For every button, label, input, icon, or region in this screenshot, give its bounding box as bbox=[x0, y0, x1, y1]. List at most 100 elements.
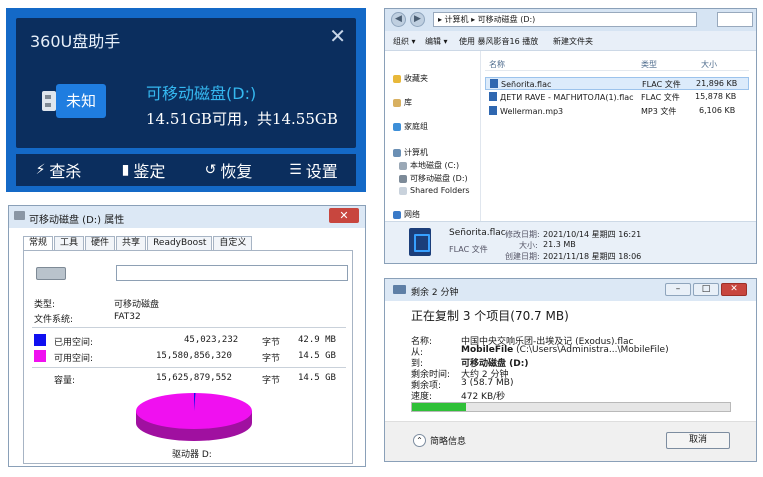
chevron-up-icon: ⌃ bbox=[413, 434, 426, 447]
drive-icon bbox=[36, 267, 66, 280]
details-pane: Señorita.flac FLAC 文件 修改日期: 2021/10/14 星… bbox=[385, 221, 756, 263]
details-modified: 2021/10/14 星期四 16:21 bbox=[543, 230, 642, 239]
used-size: 42.9 MB bbox=[298, 335, 336, 345]
close-button[interactable]: ✕ bbox=[721, 283, 747, 296]
close-icon[interactable]: ✕ bbox=[329, 24, 346, 48]
properties-window: 可移动磁盘 (D:) 属性 ✕ 常规 工具 硬件 共享 ReadyBoost 自… bbox=[8, 205, 366, 467]
forward-button[interactable]: ▶ bbox=[410, 12, 425, 27]
scan-button[interactable]: ⚡ 查杀 bbox=[16, 154, 101, 186]
tab-general[interactable]: 常规 bbox=[23, 236, 54, 250]
nav-network[interactable]: 网络 bbox=[393, 209, 420, 220]
used-space-swatch bbox=[34, 334, 46, 346]
computer-icon bbox=[393, 148, 401, 157]
file-name: ДЕТИ RAVE - МАГНИТОЛА(1).flac bbox=[500, 93, 634, 102]
close-button[interactable]: ✕ bbox=[329, 208, 359, 223]
copy-progress-fill bbox=[412, 403, 467, 411]
maximize-button[interactable]: □ bbox=[693, 283, 719, 296]
explorer-window: ◀ ▶ ▸ 计算机 ▸ 可移动磁盘 (D:) 组织 ▾ 编辑 ▾ 使用 暴风影音… bbox=[384, 8, 757, 264]
less-info-label: 简略信息 bbox=[430, 437, 467, 447]
nav-computer[interactable]: 计算机 bbox=[393, 147, 428, 158]
general-sheet: 类型: 可移动磁盘 文件系统: FAT32 已用空间: 45,023,232 字… bbox=[23, 250, 353, 464]
copy-source-name[interactable]: MobileFile bbox=[461, 345, 513, 355]
identify-button[interactable]: ▮ 鉴定 bbox=[101, 154, 186, 186]
play-button[interactable]: 使用 暴风影音16 播放 bbox=[459, 36, 538, 47]
flac-file-icon bbox=[490, 79, 498, 88]
details-file-type: FLAC 文件 bbox=[449, 245, 488, 254]
app360-title: 360U盘助手 bbox=[30, 32, 121, 51]
copy-footer: ⌃ 简略信息 取消 bbox=[385, 421, 756, 461]
nav-local-c[interactable]: 本地磁盘 (C:) bbox=[399, 160, 459, 171]
nav-favorites[interactable]: 收藏夹 bbox=[393, 73, 428, 84]
drive-icon: ▮ bbox=[121, 162, 130, 178]
copy-icon bbox=[393, 285, 406, 294]
tab-sharing[interactable]: 共享 bbox=[116, 236, 147, 250]
shared-folder-icon bbox=[399, 186, 407, 195]
copy-dialog: 剩余 2 分钟 – □ ✕ 正在复制 3 个项目(70.7 MB) 名称: 中国中… bbox=[384, 278, 757, 462]
flac-file-icon bbox=[489, 92, 497, 101]
network-icon bbox=[393, 210, 401, 219]
copy-source-path: (C:\Users\Administra...\MobileFile) bbox=[516, 345, 669, 355]
drive-name: 可移动磁盘(D:) bbox=[146, 84, 257, 103]
tab-tools[interactable]: 工具 bbox=[54, 236, 85, 250]
divider bbox=[32, 367, 346, 368]
usb-icon bbox=[399, 174, 407, 183]
free-space-swatch bbox=[34, 350, 46, 362]
nav-homegroup[interactable]: 家庭组 bbox=[393, 121, 428, 132]
column-type[interactable]: 类型 bbox=[641, 59, 657, 70]
file-row[interactable]: Señorita.flac FLAC 文件 21,896 KB bbox=[485, 77, 749, 90]
app360-main: 360U盘助手 ✕ 未知 可移动磁盘(D:) 14.51GB可用，共14.55G… bbox=[16, 18, 356, 148]
restore-button[interactable]: ↺ 恢复 bbox=[186, 154, 271, 186]
properties-title: 可移动磁盘 (D:) 属性 bbox=[29, 215, 125, 226]
free-size: 14.5 GB bbox=[298, 351, 336, 361]
copy-progress-bar bbox=[411, 402, 731, 412]
tab-customize[interactable]: 自定义 bbox=[213, 236, 253, 250]
nav-shared-folders[interactable]: Shared Folders bbox=[399, 186, 470, 195]
list-icon: ☰ bbox=[289, 162, 302, 178]
usb-drive-icon: 未知 bbox=[42, 84, 118, 118]
settings-button[interactable]: ☰ 设置 bbox=[271, 154, 356, 186]
scan-label: 查杀 bbox=[49, 162, 82, 181]
details-size: 21.3 MB bbox=[543, 240, 576, 249]
organize-menu[interactable]: 组织 ▾ bbox=[393, 36, 416, 47]
file-row[interactable]: ДЕТИ RAVE - МАГНИТОЛА(1).flac FLAC 文件 15… bbox=[485, 91, 749, 104]
tab-readyboost[interactable]: ReadyBoost bbox=[147, 236, 213, 250]
volume-label-input[interactable] bbox=[116, 265, 348, 281]
column-name[interactable]: 名称 bbox=[489, 59, 505, 70]
nav-libraries[interactable]: 库 bbox=[393, 97, 412, 108]
file-name: Señorita.flac bbox=[501, 80, 552, 89]
capacity-bytes: 15,625,879,552 bbox=[156, 373, 232, 383]
path-input[interactable]: ▸ 计算机 ▸ 可移动磁盘 (D:) bbox=[433, 12, 697, 27]
mp3-file-icon bbox=[489, 106, 497, 115]
library-icon bbox=[393, 98, 401, 107]
file-row[interactable]: Wellerman.mp3 MP3 文件 6,106 KB bbox=[485, 105, 749, 118]
file-name: Wellerman.mp3 bbox=[500, 107, 564, 116]
capacity-size: 14.5 GB bbox=[298, 373, 336, 383]
restore-icon: ↺ bbox=[204, 162, 217, 178]
edit-menu[interactable]: 编辑 ▾ bbox=[425, 36, 448, 47]
file-type: FLAC 文件 bbox=[642, 80, 681, 89]
flac-file-icon bbox=[409, 228, 431, 256]
search-input[interactable] bbox=[717, 12, 753, 27]
minimize-button[interactable]: – bbox=[665, 283, 691, 296]
cancel-button[interactable]: 取消 bbox=[666, 432, 730, 449]
details-created: 2021/11/18 星期四 18:06 bbox=[543, 252, 642, 261]
file-size: 15,878 KB bbox=[695, 92, 737, 101]
column-size[interactable]: 大小 bbox=[701, 59, 717, 70]
usb-plug bbox=[42, 91, 56, 111]
type-value: 可移动磁盘 bbox=[114, 300, 160, 310]
copy-title: 剩余 2 分钟 bbox=[411, 288, 459, 298]
restore-label: 恢复 bbox=[220, 162, 253, 181]
file-type: FLAC 文件 bbox=[641, 93, 680, 102]
copy-titlebar: 剩余 2 分钟 – □ ✕ bbox=[385, 279, 756, 301]
back-button[interactable]: ◀ bbox=[391, 12, 406, 27]
properties-tabs: 常规 工具 硬件 共享 ReadyBoost 自定义 bbox=[23, 236, 253, 250]
tab-hardware[interactable]: 硬件 bbox=[85, 236, 116, 250]
copy-heading: 正在复制 3 个项目(70.7 MB) bbox=[411, 309, 569, 323]
less-info-button[interactable]: ⌃ 简略信息 bbox=[413, 434, 466, 447]
nav-removable-d[interactable]: 可移动磁盘 (D:) bbox=[399, 173, 468, 184]
command-bar: 组织 ▾ 编辑 ▾ 使用 暴风影音16 播放 新建文件夹 bbox=[385, 31, 756, 51]
new-folder-button[interactable]: 新建文件夹 bbox=[553, 36, 593, 47]
file-size: 6,106 KB bbox=[699, 106, 736, 115]
drive-capacity: 14.51GB可用，共14.55GB bbox=[146, 110, 338, 128]
free-bytes: 15,580,856,320 bbox=[156, 351, 232, 361]
